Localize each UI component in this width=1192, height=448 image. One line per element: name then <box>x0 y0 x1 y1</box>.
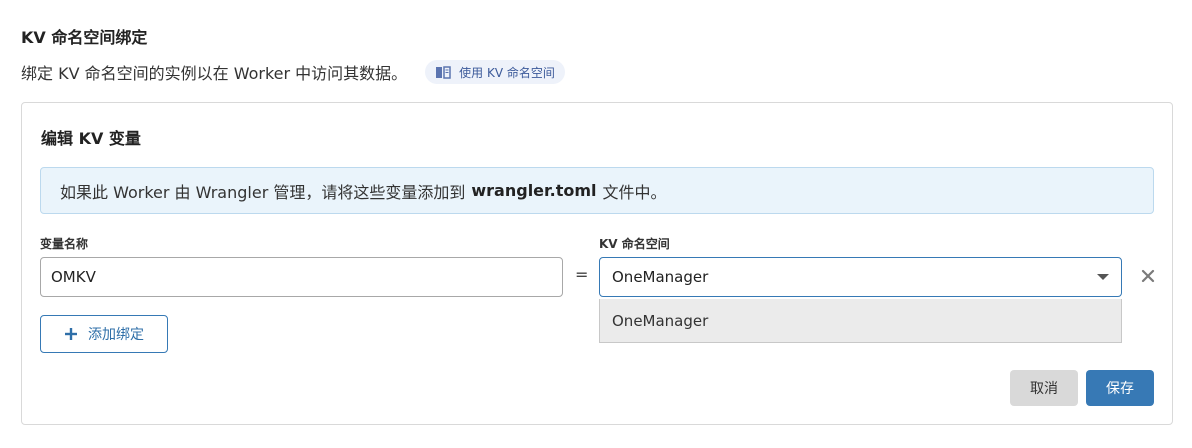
kv-namespace-option[interactable]: OneManager <box>599 299 1122 343</box>
close-icon <box>1141 269 1155 283</box>
description-text: 绑定 KV 命名空间的实例以在 Worker 中访问其数据。 <box>21 64 408 83</box>
kv-namespace-select[interactable]: OneManager <box>599 257 1122 297</box>
notice-prefix: 如果此 Worker 由 Wrangler 管理，请将这些变量添加到 <box>60 182 466 202</box>
kv-namespace-selected: OneManager <box>612 268 709 286</box>
cancel-button[interactable]: 取消 <box>1010 370 1078 406</box>
notice-suffix: 文件中。 <box>602 182 667 202</box>
kv-docs-link-label: 使用 KV 命名空间 <box>459 65 555 80</box>
kv-docs-link[interactable]: 使用 KV 命名空间 <box>425 60 565 84</box>
remove-binding-button[interactable] <box>1138 264 1158 288</box>
edit-kv-card: 编辑 KV 变量 如果此 Worker 由 Wrangler 管理，请将这些变量… <box>21 102 1173 425</box>
book-icon <box>435 65 451 79</box>
card-title: 编辑 KV 变量 <box>41 129 141 148</box>
add-binding-button[interactable]: 添加绑定 <box>40 315 168 353</box>
section-title: KV 命名空间绑定 <box>21 28 148 47</box>
save-button[interactable]: 保存 <box>1086 370 1154 406</box>
plus-icon <box>64 327 78 341</box>
add-binding-label: 添加绑定 <box>88 327 144 343</box>
equals-sign: = <box>575 265 589 284</box>
notice-filename: wrangler.toml <box>471 181 597 200</box>
variable-name-label: 变量名称 <box>40 237 89 251</box>
kv-namespace-option-label: OneManager <box>612 311 709 330</box>
wrangler-notice: 如果此 Worker 由 Wrangler 管理，请将这些变量添加到 wrang… <box>40 167 1154 214</box>
kv-bindings-page: KV 命名空间绑定 绑定 KV 命名空间的实例以在 Worker 中访问其数据。… <box>0 0 1192 448</box>
chevron-down-icon <box>1097 274 1109 280</box>
kv-namespace-label: KV 命名空间 <box>599 237 670 251</box>
section-description: 绑定 KV 命名空间的实例以在 Worker 中访问其数据。 使用 KV 命名空… <box>21 60 565 84</box>
variable-name-input[interactable] <box>40 257 563 297</box>
